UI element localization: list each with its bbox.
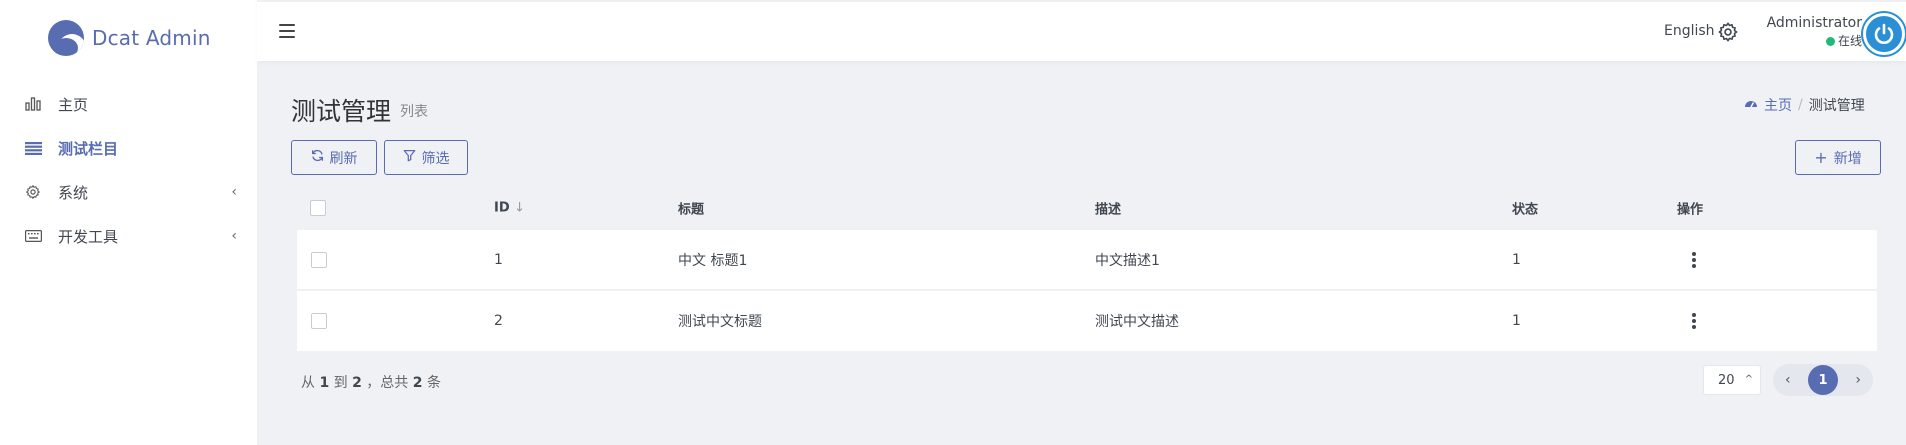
bar-chart-icon [24, 95, 42, 113]
sidebar-item-label: 测试栏目 [58, 139, 119, 158]
brand-name: Dcat Admin [92, 26, 211, 50]
breadcrumb-current: 测试管理 [1808, 98, 1865, 114]
pagination-summary: 从 1 到 2 ，总共 2 条 [301, 375, 441, 391]
refresh-button[interactable]: 刷新 [291, 140, 377, 175]
logo-icon [48, 20, 84, 56]
chevron-left-icon: ‹ [231, 184, 237, 200]
next-page-icon[interactable]: › [1855, 372, 1861, 388]
cell-title: 中文 标题1 [678, 252, 748, 269]
table-header: ID ↓ 标题 描述 状态 操作 [291, 188, 1881, 228]
language-switcher[interactable]: English [1664, 23, 1715, 39]
plus-icon: + [1814, 147, 1828, 167]
sidebar: Dcat Admin 主页 测试栏目 系统 ‹ 开发工具 ‹ [0, 0, 257, 445]
sidebar-item-test[interactable]: 测试栏目 [0, 126, 257, 170]
sidebar-item-label: 开发工具 [58, 227, 119, 246]
refresh-icon [311, 149, 324, 166]
breadcrumb-home[interactable]: 主页 [1764, 95, 1792, 115]
brand[interactable]: Dcat Admin [0, 0, 257, 76]
per-page-select[interactable]: 20 ^ [1703, 365, 1761, 395]
column-header-id[interactable]: ID ↓ [494, 201, 525, 216]
row-checkbox[interactable] [311, 251, 327, 268]
pagination: ‹ 1 › [1773, 364, 1873, 396]
column-header-status: 状态 [1512, 202, 1539, 218]
menu-toggle-icon[interactable] [279, 24, 295, 38]
sidebar-item-devtools[interactable]: 开发工具 ‹ [0, 214, 257, 258]
user-menu[interactable]: Administrator 在线 [1762, 15, 1862, 49]
cell-desc: 中文描述1 [1095, 252, 1160, 269]
keyboard-icon [24, 227, 42, 245]
sidebar-nav: 主页 测试栏目 系统 ‹ 开发工具 ‹ [0, 82, 257, 258]
row-checkbox[interactable] [311, 313, 327, 329]
list-icon [24, 139, 42, 157]
breadcrumb-separator: / [1798, 97, 1803, 113]
chevron-up-icon: ^ [1744, 374, 1753, 385]
cell-status: 1 [1512, 313, 1521, 329]
table-row: 2 测试中文标题 测试中文描述 1 [297, 291, 1877, 351]
top-navbar: English Administrator 在线 [257, 0, 1906, 61]
page-title: 测试管理 [291, 97, 392, 126]
sort-arrow-icon: ↓ [514, 200, 526, 216]
select-all-checkbox[interactable] [310, 200, 326, 216]
breadcrumb: 主页 / 测试管理 [1744, 95, 1865, 115]
column-header-desc: 描述 [1095, 202, 1122, 218]
chevron-left-icon: ‹ [231, 228, 237, 244]
settings-gear-icon[interactable] [1717, 21, 1741, 45]
cell-desc: 测试中文描述 [1095, 314, 1179, 330]
online-dot-icon [1825, 37, 1835, 46]
column-header-title: 标题 [678, 202, 705, 218]
page-number-current[interactable]: 1 [1808, 365, 1838, 395]
table-row: 1 中文 标题1 中文描述1 1 [297, 230, 1877, 290]
user-name: Administrator [1766, 15, 1862, 31]
user-status: 在线 [1762, 32, 1862, 49]
sidebar-item-label: 系统 [58, 183, 89, 202]
sidebar-item-home[interactable]: 主页 [0, 82, 257, 126]
prev-page-icon[interactable]: ‹ [1785, 372, 1791, 388]
cell-title: 测试中文标题 [678, 314, 762, 330]
power-icon [1874, 23, 1894, 44]
cell-status: 1 [1512, 251, 1521, 268]
sidebar-item-label: 主页 [58, 95, 89, 114]
gear-icon [24, 183, 42, 201]
dashboard-icon [1744, 97, 1758, 113]
sidebar-item-system[interactable]: 系统 ‹ [0, 170, 257, 214]
page-subtitle: 列表 [400, 104, 428, 120]
more-actions-icon[interactable] [1691, 251, 1697, 268]
avatar[interactable] [1863, 13, 1905, 55]
cell-id: 1 [494, 251, 503, 268]
more-actions-icon[interactable] [1691, 313, 1697, 329]
add-new-button[interactable]: + 新增 [1795, 140, 1881, 175]
column-header-actions: 操作 [1677, 202, 1704, 218]
filter-icon [403, 149, 416, 166]
cell-id: 2 [494, 313, 503, 329]
filter-button[interactable]: 筛选 [384, 140, 468, 175]
